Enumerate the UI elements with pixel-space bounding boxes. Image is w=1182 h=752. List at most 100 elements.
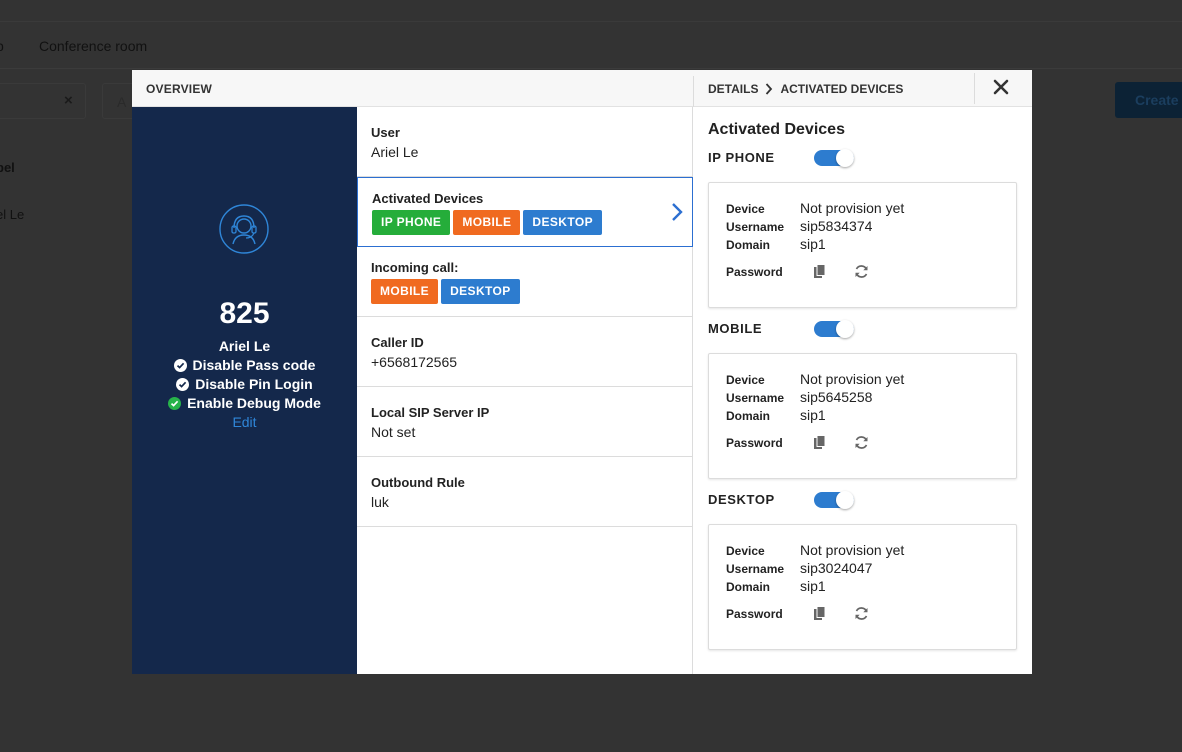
profile-name: Ariel Le bbox=[218, 338, 271, 354]
details-title: Activated Devices bbox=[708, 121, 845, 138]
row-value: +6568172565 bbox=[371, 354, 458, 370]
background-table-cell: el Le bbox=[0, 207, 25, 222]
field-label: Domain bbox=[726, 409, 771, 423]
device-card-ip-phone: Device Not provision yet Username sip58343… bbox=[708, 182, 1017, 308]
close-divider bbox=[974, 73, 975, 104]
field-label: Username bbox=[726, 391, 785, 405]
copy-icon[interactable] bbox=[813, 435, 827, 450]
device-heading-mobile: MOBILE bbox=[708, 321, 763, 336]
ip-phone-toggle[interactable] bbox=[814, 149, 854, 167]
domain-row: Domain sip1 bbox=[726, 578, 826, 594]
background-divider bbox=[0, 68, 1182, 69]
field-value: Not provision yet bbox=[800, 200, 905, 216]
row-label: Incoming call: bbox=[371, 260, 459, 275]
background-tab[interactable]: p bbox=[0, 38, 4, 54]
overview-row-activated-devices[interactable]: Activated Devices IP PHONE MOBILE DESKTO… bbox=[357, 177, 693, 247]
password-label: Password bbox=[726, 607, 783, 621]
field-value: sip1 bbox=[800, 578, 826, 594]
field-label: Device bbox=[726, 202, 765, 216]
username-row: Username sip5645258 bbox=[726, 389, 872, 405]
extension-number: 825 bbox=[219, 297, 270, 330]
flag-disable-pass-code: Disable Pass code bbox=[132, 357, 357, 373]
overview-row-outbound-rule[interactable]: Outbound Rule luk bbox=[357, 457, 693, 527]
clear-search-icon[interactable]: × bbox=[64, 92, 73, 109]
domain-row: Domain sip1 bbox=[726, 407, 826, 423]
toggle-knob bbox=[836, 149, 854, 167]
device-row: Device Not provision yet bbox=[726, 371, 904, 387]
refresh-icon[interactable] bbox=[854, 606, 869, 621]
copy-icon[interactable] bbox=[813, 606, 827, 621]
field-label: Device bbox=[726, 544, 765, 558]
background-filter-placeholder: A bbox=[117, 94, 127, 110]
toggle-knob bbox=[836, 320, 854, 338]
flag-label: Disable Pin Login bbox=[195, 376, 313, 392]
badge-ip-phone: IP PHONE bbox=[372, 210, 451, 235]
device-card-mobile: Device Not provision yet Username sip56452… bbox=[708, 353, 1017, 479]
overview-row-incoming-call[interactable]: Incoming call: MOBILE DESKTOP bbox=[357, 247, 693, 317]
password-label: Password bbox=[726, 436, 783, 450]
device-row: Device Not provision yet bbox=[726, 542, 904, 558]
field-label: Device bbox=[726, 373, 765, 387]
field-value: Not provision yet bbox=[800, 371, 905, 387]
badge-mobile: MOBILE bbox=[453, 210, 521, 235]
overview-row-local-sip-server[interactable]: Local SIP Server IP Not set bbox=[357, 387, 693, 457]
breadcrumb-details-link[interactable]: DETAILS bbox=[708, 82, 758, 96]
refresh-icon[interactable] bbox=[854, 264, 869, 279]
overview-row-user[interactable]: User Ariel Le bbox=[357, 107, 693, 177]
refresh-icon[interactable] bbox=[854, 435, 869, 450]
badge-mobile: MOBILE bbox=[371, 279, 439, 304]
device-row: Device Not provision yet bbox=[726, 200, 904, 216]
device-heading-desktop: DESKTOP bbox=[708, 492, 775, 507]
edit-link[interactable]: Edit bbox=[132, 414, 357, 430]
device-heading-ip-phone: IP PHONE bbox=[708, 150, 775, 165]
field-label: Username bbox=[726, 220, 785, 234]
background-search-input[interactable] bbox=[0, 83, 86, 119]
background-column-header: bel bbox=[0, 160, 15, 175]
field-value: sip5645258 bbox=[800, 389, 873, 405]
row-label: Activated Devices bbox=[372, 191, 484, 206]
check-circle-icon bbox=[168, 396, 182, 410]
header-divider bbox=[693, 76, 694, 107]
overview-list: User Ariel Le Activated Devices IP PHONE… bbox=[357, 107, 693, 674]
check-circle-icon bbox=[173, 358, 187, 372]
flag-label: Enable Debug Mode bbox=[187, 395, 321, 411]
chevron-right-icon bbox=[765, 82, 773, 96]
breadcrumb-current: ACTIVATED DEVICES bbox=[780, 82, 904, 96]
incoming-badges: MOBILE DESKTOP bbox=[371, 279, 693, 304]
field-value: Not provision yet bbox=[800, 542, 905, 558]
username-row: Username sip3024047 bbox=[726, 560, 872, 576]
field-label: Domain bbox=[726, 580, 771, 594]
field-value: sip1 bbox=[800, 236, 826, 252]
background-tab-conference-room[interactable]: Conference room bbox=[39, 38, 147, 54]
user-overview-modal: OVERVIEW DETAILS ACTIVATED DEVICES 825 A… bbox=[132, 70, 1032, 674]
profile-panel: 825 Ariel Le Disable Pass code Disable P… bbox=[132, 107, 357, 674]
background-create-button[interactable]: Create bbox=[1115, 82, 1182, 118]
toggle-knob bbox=[836, 491, 854, 509]
headset-agent-icon bbox=[219, 204, 269, 254]
flag-enable-debug-mode: Enable Debug Mode bbox=[132, 395, 357, 411]
background-topbar bbox=[0, 0, 1182, 22]
badge-desktop: DESKTOP bbox=[441, 279, 520, 304]
mobile-toggle[interactable] bbox=[814, 320, 854, 338]
field-value: sip5834374 bbox=[800, 218, 873, 234]
badge-desktop: DESKTOP bbox=[523, 210, 603, 235]
copy-icon[interactable] bbox=[813, 264, 827, 279]
row-label: Caller ID bbox=[371, 335, 424, 350]
chevron-right-icon bbox=[670, 202, 684, 222]
row-value: Ariel Le bbox=[371, 144, 419, 160]
breadcrumb: DETAILS ACTIVATED DEVICES bbox=[708, 82, 903, 96]
overview-title: OVERVIEW bbox=[146, 82, 213, 96]
field-value: sip3024047 bbox=[800, 560, 873, 576]
overview-row-caller-id[interactable]: Caller ID +6568172565 bbox=[357, 317, 693, 387]
row-label: Local SIP Server IP bbox=[371, 405, 490, 420]
desktop-toggle[interactable] bbox=[814, 491, 854, 509]
row-label: Outbound Rule bbox=[371, 475, 465, 490]
check-circle-icon bbox=[176, 377, 190, 391]
device-card-desktop: Device Not provision yet Username sip30240… bbox=[708, 524, 1017, 650]
flag-label: Disable Pass code bbox=[192, 357, 316, 373]
password-label: Password bbox=[726, 265, 783, 279]
domain-row: Domain sip1 bbox=[726, 236, 826, 252]
field-label: Username bbox=[726, 562, 785, 576]
close-icon[interactable] bbox=[992, 78, 1010, 96]
modal-header: OVERVIEW DETAILS ACTIVATED DEVICES bbox=[132, 70, 1032, 107]
